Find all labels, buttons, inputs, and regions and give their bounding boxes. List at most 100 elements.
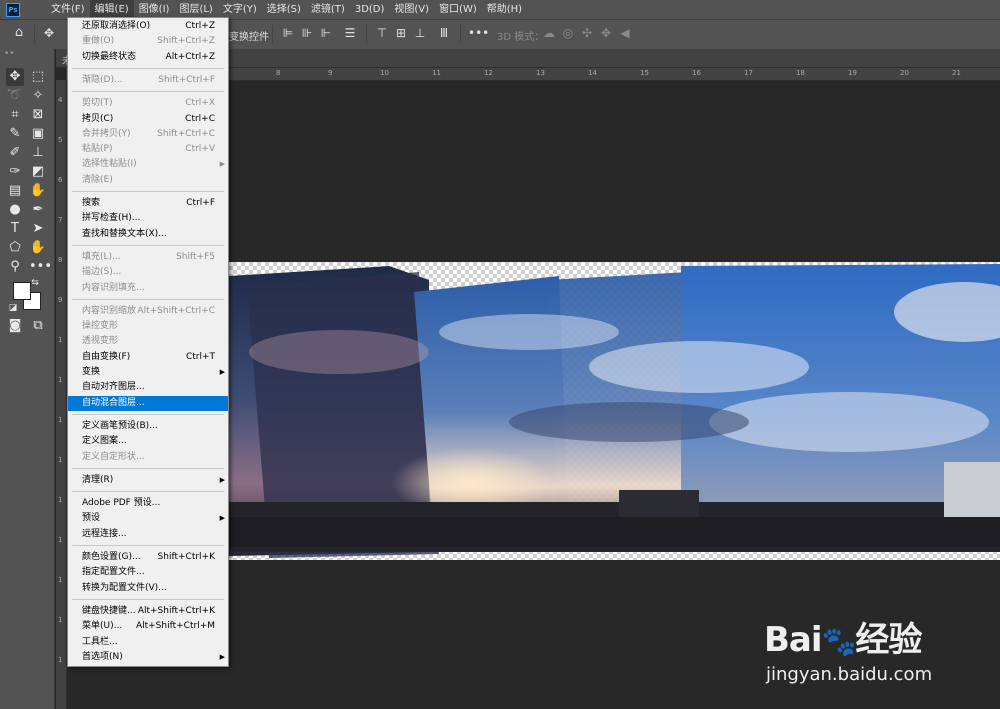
menu-8[interactable]: 视图(V) xyxy=(389,0,434,19)
paw-icon: 🐾 xyxy=(821,625,857,658)
menu-item-label: 选择性粘贴(I) xyxy=(82,159,137,170)
dodge-icon[interactable]: ● xyxy=(6,201,24,219)
edit-menu-item[interactable]: 拼写检查(H)... xyxy=(68,211,228,226)
camera-3d-icon[interactable]: ◀ xyxy=(618,26,632,40)
3d-mode-label: 3D 模式： xyxy=(497,32,545,43)
swap-colors-icon[interactable]: ⇆ xyxy=(30,278,40,288)
foreground-color-swatch[interactable] xyxy=(13,282,31,300)
zoom-icon[interactable]: ⚲ xyxy=(6,258,24,276)
quick-mask-icon[interactable]: ◙ xyxy=(6,317,24,335)
menu-item-label: 自由变换(F) xyxy=(82,351,131,362)
edit-menu-item[interactable]: 自动对齐图层... xyxy=(68,380,228,395)
magic-wand-icon[interactable]: ✧ xyxy=(29,87,47,105)
menu-item-label: 预设 xyxy=(82,513,101,524)
distribute-icon[interactable]: ☰ xyxy=(343,26,357,40)
edit-menu-item: 粘贴(P) Ctrl+V xyxy=(68,142,228,157)
menu-separator xyxy=(72,191,224,192)
edit-menu-item[interactable]: 还原取消选择(O) Ctrl+Z xyxy=(68,19,228,34)
default-colors-icon[interactable]: ◪ xyxy=(8,303,18,313)
patch-icon[interactable]: ▣ xyxy=(29,125,47,143)
menu-7[interactable]: 3D(D) xyxy=(350,0,390,19)
edit-menu-item[interactable]: 菜单(U)... Alt+Shift+Ctrl+M xyxy=(68,619,228,634)
ruler-tick: 1 xyxy=(58,416,63,424)
edit-menu-item[interactable]: 定义图案... xyxy=(68,434,228,449)
menu-separator xyxy=(72,598,224,600)
frame-icon[interactable]: ⊠ xyxy=(29,106,47,124)
edit-menu-item[interactable]: Adobe PDF 预设... xyxy=(68,496,228,511)
edit-menu-item: 描边(S)... xyxy=(68,265,228,280)
edit-menu-item[interactable]: 变换 ▶ xyxy=(68,365,228,380)
edit-menu-item[interactable]: 键盘快捷键... Alt+Shift+Ctrl+K xyxy=(68,604,228,619)
menu-item-label: 清除(E) xyxy=(82,174,113,185)
menu-item-label: 键盘快捷键... xyxy=(82,605,136,616)
ruler-tick: 13 xyxy=(536,69,545,77)
edit-menu-item[interactable]: 首选项(N) ▶ xyxy=(68,650,228,665)
menu-6[interactable]: 滤镜(T) xyxy=(306,0,350,19)
edit-menu-item[interactable]: 工具栏... xyxy=(68,635,228,650)
menu-item-shortcut: Shift+Ctrl+C xyxy=(157,128,215,139)
shape-icon[interactable]: ⬠ xyxy=(6,239,24,257)
edit-menu-item[interactable]: 预设 ▶ xyxy=(68,511,228,526)
edit-menu-item[interactable]: 切换最终状态 Alt+Ctrl+Z xyxy=(68,50,228,65)
gradient-icon[interactable]: ▤ xyxy=(6,182,24,200)
align-vcenter-icon[interactable]: ⊞ xyxy=(394,26,408,40)
show-transform-controls-label[interactable]: 变换控件 xyxy=(229,28,269,43)
align-top-icon[interactable]: ⊤ xyxy=(375,26,389,40)
edit-menu-item[interactable]: 转换为配置文件(V)... xyxy=(68,581,228,596)
edit-menu-item: 内容识别填充... xyxy=(68,281,228,296)
orbit-3d-icon[interactable]: ☁ xyxy=(542,26,556,40)
edit-menu-item[interactable]: 自动混合图层... xyxy=(68,395,228,411)
panel-grip-icon[interactable]: •• xyxy=(4,49,15,59)
path-select-icon[interactable]: ➤ xyxy=(29,220,47,238)
type-icon[interactable]: T xyxy=(6,220,24,238)
align-left-icon[interactable]: ⊫ xyxy=(281,26,295,40)
align-hcenter-icon[interactable]: ⊪ xyxy=(300,26,314,40)
drag-3d-icon[interactable]: ✣ xyxy=(580,26,594,40)
crop-icon[interactable]: ⌗ xyxy=(6,106,24,124)
menu-item-label: 粘贴(P) xyxy=(82,144,113,155)
pen-icon[interactable]: ✒ xyxy=(29,201,47,219)
distribute-vertical-icon[interactable]: Ⅲ xyxy=(437,26,451,40)
edit-menu-item[interactable]: 颜色设置(G)... Shift+Ctrl+K xyxy=(68,550,228,565)
panorama-image[interactable] xyxy=(229,262,1000,560)
history-brush-icon[interactable]: ✑ xyxy=(6,163,24,181)
screen-mode-icon[interactable]: ⧉ xyxy=(29,317,47,335)
move-icon[interactable]: ✥ xyxy=(6,68,24,86)
eraser-icon[interactable]: ◩ xyxy=(29,163,47,181)
edit-menu-item: 填充(L)... Shift+F5 xyxy=(68,250,228,265)
align-right-icon[interactable]: ⊩ xyxy=(319,26,333,40)
eyedropper-icon[interactable]: ✎ xyxy=(6,125,24,143)
edit-menu-item[interactable]: 拷贝(C) Ctrl+C xyxy=(68,112,228,127)
watermark-logo-text: Bai🐾经验 xyxy=(764,612,922,661)
stamp-icon[interactable]: ⊥ xyxy=(29,144,47,162)
edit-menu-item: 清除(E) xyxy=(68,173,228,188)
edit-menu-item[interactable]: 搜索 Ctrl+F xyxy=(68,196,228,211)
menu-10[interactable]: 帮助(H) xyxy=(482,0,527,19)
edit-menu-item[interactable]: 指定配置文件... xyxy=(68,565,228,580)
hand-icon[interactable]: ✋ xyxy=(29,239,47,257)
menu-5[interactable]: 选择(S) xyxy=(262,0,306,19)
roll-3d-icon[interactable]: ◎ xyxy=(561,26,575,40)
edit-menu-item[interactable]: 查找和替换文本(X)... xyxy=(68,227,228,242)
align-bottom-icon[interactable]: ⊥ xyxy=(413,26,427,40)
menu-item-label: 定义自定形状... xyxy=(82,451,145,462)
edit-menu-item[interactable]: 清理(R) ▶ xyxy=(68,473,228,488)
menu-item-shortcut: Ctrl+T xyxy=(185,351,215,362)
home-icon[interactable]: ⌂ xyxy=(12,26,26,40)
ruler-tick: 6 xyxy=(58,176,63,184)
edit-menu-item: 定义自定形状... xyxy=(68,450,228,465)
more-options-icon[interactable]: ••• xyxy=(468,26,489,40)
slide-3d-icon[interactable]: ✥ xyxy=(599,26,613,40)
more-icon[interactable]: ••• xyxy=(29,258,52,276)
menu-9[interactable]: 窗口(W) xyxy=(434,0,482,19)
menu-item-shortcut: Shift+F5 xyxy=(176,251,215,262)
smudge-icon[interactable]: ✋ xyxy=(29,182,47,200)
marquee-icon[interactable]: ⬚ xyxy=(29,68,47,86)
move-tool-icon[interactable]: ✥ xyxy=(42,26,56,40)
edit-menu-item[interactable]: 定义画笔预设(B)... xyxy=(68,419,228,434)
lasso-icon[interactable]: ➰ xyxy=(6,87,24,105)
edit-menu-item[interactable]: 远程连接... xyxy=(68,527,228,542)
edit-menu-item: 剪切(T) Ctrl+X xyxy=(68,96,228,111)
brush-icon[interactable]: ✐ xyxy=(6,144,24,162)
edit-menu-item[interactable]: 自由变换(F) Ctrl+T xyxy=(68,350,228,365)
